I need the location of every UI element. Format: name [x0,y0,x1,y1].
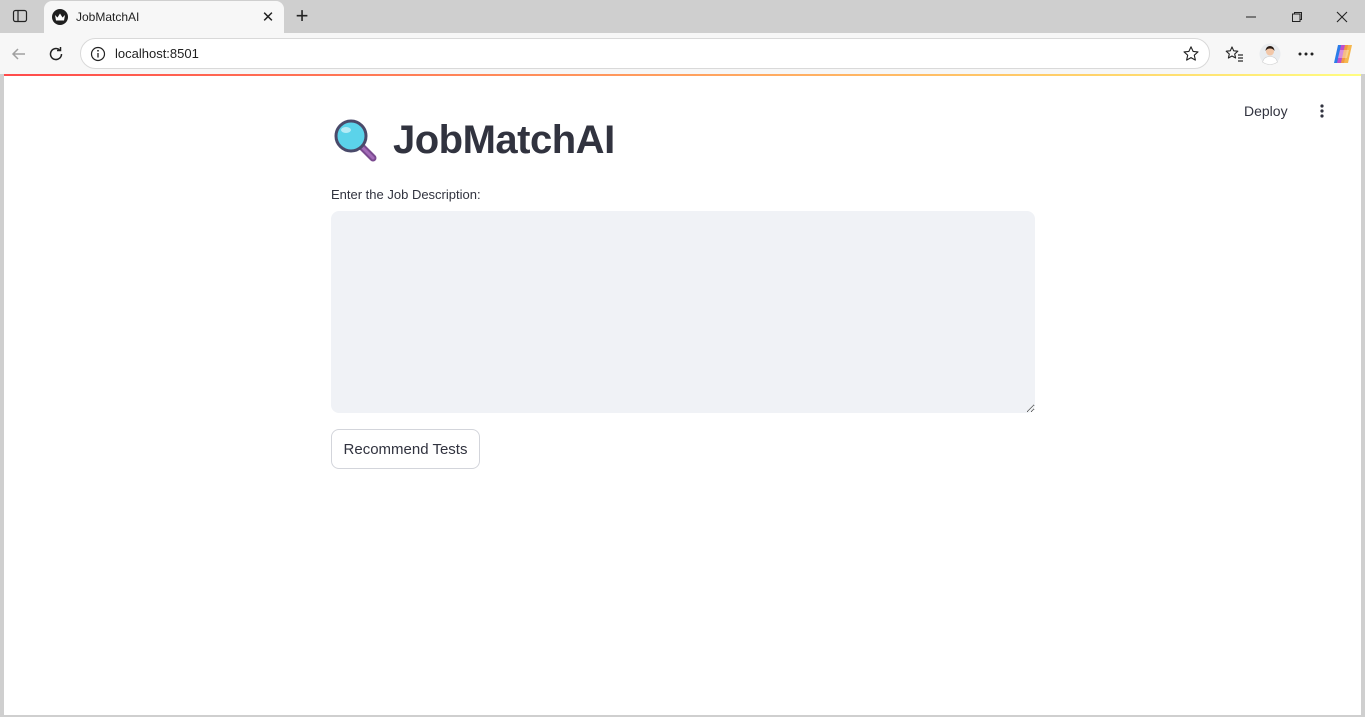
info-icon[interactable] [89,45,107,63]
avatar[interactable] [1255,39,1285,69]
close-icon[interactable]: ✕ [258,7,278,27]
more-icon[interactable] [1291,39,1321,69]
browser-tab[interactable]: JobMatchAI ✕ [44,1,284,33]
tab-title: JobMatchAI [76,10,140,24]
back-arrow-icon[interactable] [4,39,34,69]
copilot-icon[interactable] [1328,39,1358,69]
close-window-icon[interactable] [1319,0,1365,33]
plus-icon[interactable]: + [289,4,315,28]
job-description-label: Enter the Job Description: [331,187,481,202]
favorites-icon[interactable] [1219,39,1249,69]
reload-icon[interactable] [41,39,71,69]
crown-icon [52,9,68,25]
page-title-row: JobMatchAI [331,116,615,164]
restore-icon[interactable] [1274,0,1320,33]
deploy-button[interactable]: Deploy [1244,100,1288,122]
page-title: JobMatchAI [393,117,615,162]
job-description-textarea[interactable] [331,211,1035,413]
minimize-icon[interactable] [1228,0,1274,33]
magnifying-glass-icon [334,119,377,162]
kebab-menu-icon[interactable] [1310,100,1334,122]
tab-strip: JobMatchAI ✕ + [0,0,1365,33]
address-bar[interactable]: localhost:8501 [80,38,1210,69]
recommend-tests-button[interactable]: Recommend Tests [331,429,480,469]
url-text: localhost:8501 [115,46,199,61]
sidebar-icon[interactable] [6,4,34,28]
browser-toolbar: localhost:8501 [0,33,1365,74]
star-icon[interactable] [1181,44,1201,64]
